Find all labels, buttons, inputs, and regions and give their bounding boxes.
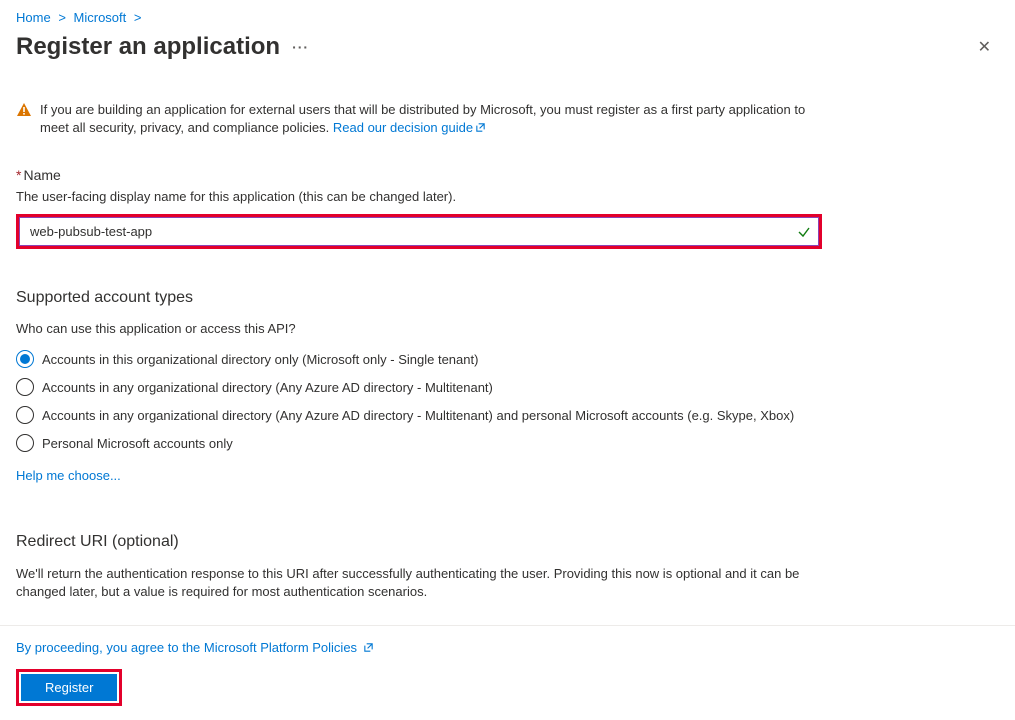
name-label: *Name [16,167,999,183]
footer: By proceeding, you agree to the Microsof… [0,625,1015,720]
name-hint: The user-facing display name for this ap… [16,189,999,204]
radio-icon [16,406,34,424]
redirect-uri-description: We'll return the authentication response… [16,565,836,601]
check-icon [797,225,811,239]
radio-label: Accounts in any organizational directory… [42,380,493,395]
help-me-choose-link[interactable]: Help me choose... [16,468,999,483]
radio-icon [16,350,34,368]
decision-guide-link[interactable]: Read our decision guide [333,120,486,135]
account-type-option-personal-only[interactable]: Personal Microsoft accounts only [16,434,999,452]
redirect-uri-heading: Redirect URI (optional) [16,533,999,551]
account-type-option-multitenant[interactable]: Accounts in any organizational directory… [16,378,999,396]
name-highlight [16,214,822,249]
close-button[interactable]: ✕ [970,33,999,61]
warning-banner: If you are building an application for e… [16,101,836,137]
radio-icon [16,434,34,452]
page-title: Register an application ··· [16,33,309,61]
breadcrumb-separator: > [58,10,66,25]
warning-icon [16,102,32,118]
more-actions-button[interactable]: ··· [292,39,309,55]
account-type-option-multitenant-personal[interactable]: Accounts in any organizational directory… [16,406,999,424]
account-type-option-single-tenant[interactable]: Accounts in this organizational director… [16,350,999,368]
account-types-subtext: Who can use this application or access t… [16,321,999,336]
breadcrumb-home[interactable]: Home [16,10,51,25]
platform-policies-link[interactable]: By proceeding, you agree to the Microsof… [16,640,999,655]
register-highlight: Register [16,669,122,706]
account-types-heading: Supported account types [16,289,999,307]
external-link-icon [475,122,486,133]
name-input[interactable] [19,217,819,246]
radio-label: Accounts in any organizational directory… [42,408,794,423]
radio-label: Personal Microsoft accounts only [42,436,233,451]
external-link-icon [363,642,374,653]
register-button[interactable]: Register [21,674,117,701]
breadcrumb-separator: > [134,10,142,25]
radio-icon [16,378,34,396]
breadcrumb: Home > Microsoft > [16,10,999,25]
breadcrumb-tenant[interactable]: Microsoft [74,10,127,25]
radio-label: Accounts in this organizational director… [42,352,478,367]
